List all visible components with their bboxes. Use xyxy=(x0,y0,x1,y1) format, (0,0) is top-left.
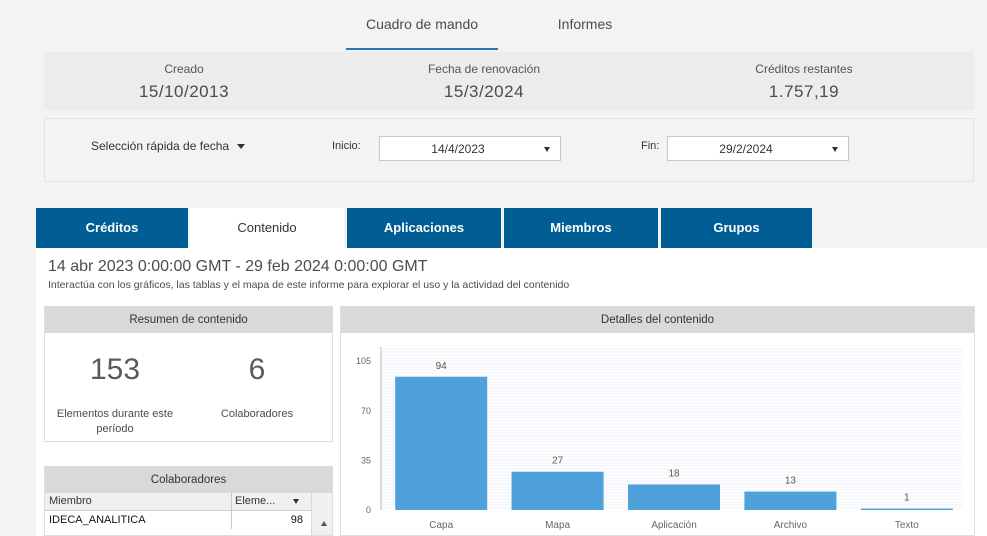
report-description: Interactúa con los gráficos, las tablas … xyxy=(48,279,570,291)
date-range-title: 14 abr 2023 0:00:00 GMT - 29 feb 2024 0:… xyxy=(48,258,428,275)
top-navigation: Cuadro de mando Informes xyxy=(0,0,987,50)
collaborators-title: Colaboradores xyxy=(45,467,332,493)
data-label: 1 xyxy=(904,493,910,504)
scroll-up-icon[interactable] xyxy=(321,521,327,526)
row-items: 98 xyxy=(290,514,303,526)
tab-aplicaciones[interactable]: Aplicaciones xyxy=(347,208,501,248)
data-label: 94 xyxy=(436,361,448,372)
x-tick-label: Aplicación xyxy=(651,520,697,531)
credits-info: Créditos restantes 1.757,19 xyxy=(714,62,894,102)
credits-label: Créditos restantes xyxy=(755,62,853,76)
created-info: Creado 15/10/2013 xyxy=(94,62,274,102)
created-label: Creado xyxy=(164,62,204,76)
tab-grupos[interactable]: Grupos xyxy=(661,208,812,248)
content-summary-title: Resumen de contenido xyxy=(45,307,332,333)
x-tick-label: Capa xyxy=(429,520,453,531)
content-report: 14 abr 2023 0:00:00 GMT - 29 feb 2024 0:… xyxy=(36,248,987,536)
content-summary-panel: Resumen de contenido 153 6 Elementos dur… xyxy=(44,306,333,442)
sort-desc-icon[interactable] xyxy=(293,499,299,504)
renewal-label: Fecha de renovación xyxy=(427,62,541,76)
chevron-down-icon xyxy=(544,147,550,152)
renewal-info: Fecha de renovación 15/3/2024 xyxy=(394,62,574,102)
start-date-label: Inicio: xyxy=(332,140,361,152)
chevron-down-icon xyxy=(237,144,246,150)
x-tick-label: Texto xyxy=(895,520,919,531)
quick-date-dropdown[interactable]: Selección rápida de fecha xyxy=(91,139,246,153)
column-divider xyxy=(231,511,232,529)
end-date-label: Fin: xyxy=(641,140,660,152)
tab-contenido[interactable]: Contenido xyxy=(190,208,344,248)
renewal-value: 15/3/2024 xyxy=(443,82,525,101)
x-tick-label: Archivo xyxy=(774,520,808,531)
items-caption-line2: período xyxy=(96,423,134,435)
tab-miembros[interactable]: Miembros xyxy=(504,208,658,248)
content-bar-chart: 0 35 70 105 94 Capa 27 Mapa 18 Aplicación 13 Archiv… xyxy=(356,347,963,531)
data-label: 18 xyxy=(668,468,680,479)
y-tick-label: 0 xyxy=(366,505,371,515)
column-member-header[interactable]: Miembro xyxy=(49,495,92,507)
bar-archivo xyxy=(744,491,837,510)
table-header: Miembro Eleme... xyxy=(45,493,332,511)
subscription-info: Creado 15/10/2013 Fecha de renovación 15… xyxy=(44,52,974,110)
collaborators-count: 6 xyxy=(248,353,266,386)
x-tick-label: Mapa xyxy=(545,520,570,531)
tab-dashboard[interactable]: Cuadro de mando xyxy=(346,16,498,50)
table-row[interactable]: IDECA_ANALITICA 98 xyxy=(45,511,332,529)
date-filter-panel: Selección rápida de fecha Inicio: 14/4/2… xyxy=(44,118,974,182)
end-date-value: 29/2/2024 xyxy=(719,142,773,156)
collaborators-caption: Colaboradores xyxy=(220,408,294,420)
end-date-select[interactable]: 29/2/2024 xyxy=(667,136,849,161)
row-member: IDECA_ANALITICA xyxy=(49,514,146,526)
data-label: 27 xyxy=(552,456,564,467)
credits-value: 1.757,19 xyxy=(768,82,840,101)
bar-mapa xyxy=(511,471,604,510)
collaborators-panel: Colaboradores Miembro Eleme... IDECA_ANA… xyxy=(44,466,333,536)
column-divider xyxy=(231,493,232,511)
items-count: 153 xyxy=(89,353,141,386)
bar-aplicación xyxy=(628,484,720,510)
bar-texto xyxy=(860,508,953,510)
created-value: 15/10/2013 xyxy=(138,82,230,101)
y-tick-label: 35 xyxy=(361,455,371,465)
items-caption-line1: Elementos durante este xyxy=(56,408,174,420)
data-label: 13 xyxy=(785,476,797,487)
content-details-panel: Detalles del contenido 0 35 70 105 94 Capa 27 M… xyxy=(340,306,975,536)
tab-creditos[interactable]: Créditos xyxy=(36,208,188,248)
start-date-select[interactable]: 14/4/2023 xyxy=(379,136,561,161)
y-tick-label: 105 xyxy=(356,356,371,366)
tab-reports[interactable]: Informes xyxy=(540,16,630,50)
items-caption: Elementos durante este período xyxy=(45,407,185,437)
bar-capa xyxy=(395,376,488,510)
chevron-down-icon xyxy=(832,147,838,152)
quick-date-label: Selección rápida de fecha xyxy=(91,139,230,153)
column-items-header[interactable]: Eleme... xyxy=(235,495,275,507)
y-tick-label: 70 xyxy=(361,406,371,416)
content-details-title: Detalles del contenido xyxy=(341,307,974,333)
start-date-value: 14/4/2023 xyxy=(431,142,485,156)
